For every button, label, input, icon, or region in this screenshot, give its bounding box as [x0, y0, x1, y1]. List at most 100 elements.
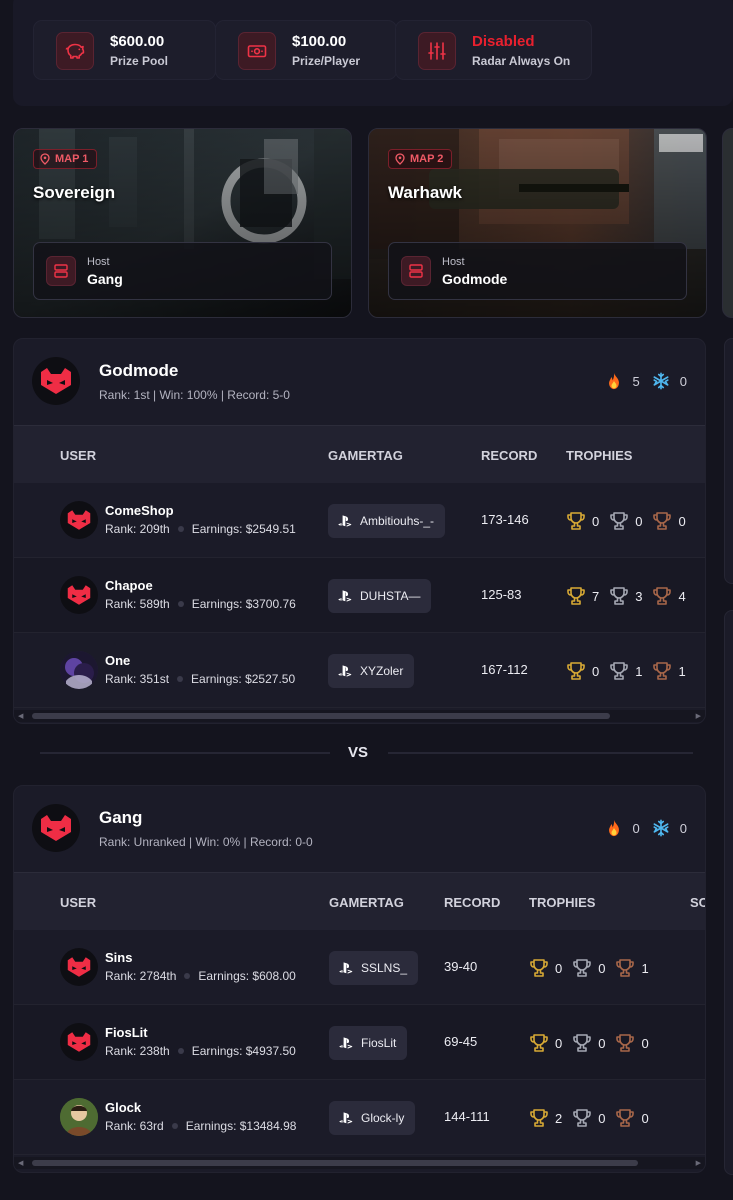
map-host-box: Host Gang [33, 242, 332, 300]
table-row[interactable]: Sins Rank: 2784th Earnings: $608.00 SSLNS… [14, 930, 705, 1005]
bronze-trophy-icon [652, 586, 672, 606]
player-meta: Rank: 238th Earnings: $4937.50 [105, 1044, 296, 1058]
scroll-left-arrow[interactable]: ◀ [18, 712, 23, 720]
player-name[interactable]: Chapoe [105, 578, 153, 593]
player-meta: Rank: 351st Earnings: $2527.50 [105, 672, 295, 686]
map-card-3-partial[interactable] [722, 128, 733, 318]
vs-label: VS [348, 744, 369, 761]
player-rank: Rank: 63rd [105, 1119, 164, 1133]
horizontal-scrollbar[interactable]: ◀ ▶ [14, 1157, 705, 1169]
location-pin-icon [40, 153, 50, 165]
table-row[interactable]: ComeShop Rank: 209th Earnings: $2549.51 A… [14, 483, 705, 558]
silver-trophy-icon [609, 586, 629, 606]
gold-trophy-icon [529, 1033, 549, 1053]
gold-trophy-count: 0 [555, 1035, 563, 1051]
gamertag-chip[interactable]: SSLNS_ [329, 951, 419, 985]
scrollbar-thumb[interactable] [32, 1160, 638, 1166]
gold-trophy-icon [566, 511, 586, 531]
prize-per-player-value: $100.00 [292, 33, 347, 50]
player-rank: Rank: 589th [105, 597, 170, 611]
silver-trophy-count: 0 [598, 960, 606, 976]
player-name[interactable]: One [105, 653, 130, 668]
prize-per-player-stat: $100.00 Prize/Player [215, 20, 397, 80]
side-panel-partial [724, 610, 733, 1175]
team-panel-godmode: Godmode Rank: 1st | Win: 100% | Record: … [13, 338, 706, 724]
gamertag-text: SSLNS_ [361, 961, 408, 975]
table-row[interactable]: Chapoe Rank: 589th Earnings: $3700.76 DUH… [14, 558, 705, 633]
player-rank: Rank: 209th [105, 522, 170, 536]
snowflake-icon [652, 819, 670, 837]
team-name: Godmode [99, 361, 179, 380]
hot-streak-count: 0 [632, 820, 640, 836]
side-panel-partial [724, 338, 733, 584]
player-name[interactable]: Glock [105, 1100, 141, 1115]
gamertag-chip[interactable]: FiosLit [329, 1026, 408, 1060]
map-number-label: MAP 1 [55, 153, 89, 165]
silver-trophy-count: 0 [598, 1110, 606, 1126]
column-header-trophies: TROPHIES [566, 448, 633, 463]
column-header-user: USER [60, 895, 97, 910]
table-row[interactable]: FiosLit Rank: 238th Earnings: $4937.50 Fi… [14, 1005, 705, 1080]
host-label: Host [442, 256, 465, 268]
playstation-icon [338, 1110, 354, 1126]
column-header-record: RECORD [444, 895, 501, 910]
cold-streak-count: 0 [679, 373, 687, 389]
gamertag-text: Glock-ly [361, 1111, 405, 1125]
gold-trophy-icon [529, 958, 549, 978]
host-team-name: Godmode [442, 271, 508, 287]
player-name[interactable]: ComeShop [105, 503, 174, 518]
team-stats: Rank: Unranked | Win: 0% | Record: 0-0 [99, 835, 313, 849]
bronze-trophy-count: 1 [641, 960, 649, 976]
player-record: 39-40 [444, 959, 478, 974]
scroll-right-arrow[interactable]: ▶ [696, 1159, 701, 1167]
player-earnings: Earnings: $2549.51 [191, 522, 296, 536]
player-record: 167-112 [481, 662, 528, 677]
player-avatar [60, 576, 98, 614]
silver-trophy-count: 0 [635, 513, 643, 529]
map-card-1[interactable]: MAP 1 Sovereign Host Gang [13, 128, 352, 318]
silver-trophy-count: 3 [635, 588, 643, 604]
trophy-counts: 2 0 0 [529, 1108, 659, 1128]
playstation-icon [337, 663, 353, 679]
gamertag-chip[interactable]: Glock-ly [329, 1101, 416, 1135]
scroll-left-arrow[interactable]: ◀ [18, 1159, 23, 1167]
gamertag-text: FiosLit [361, 1036, 397, 1050]
map-name: Warhawk [388, 183, 463, 202]
gamertag-chip[interactable]: Ambitiouhs-_- [328, 504, 446, 538]
scrollbar-thumb[interactable] [32, 713, 610, 719]
radar-setting-stat: Disabled Radar Always On [395, 20, 592, 80]
trophy-counts: 0 1 1 [566, 661, 696, 681]
gold-trophy-count: 0 [555, 960, 563, 976]
gold-trophy-count: 2 [555, 1110, 563, 1126]
player-avatar [60, 1098, 98, 1136]
gamertag-chip[interactable]: XYZoler [328, 654, 415, 688]
team-logo [32, 804, 80, 852]
player-avatar [60, 948, 98, 986]
scroll-right-arrow[interactable]: ▶ [696, 712, 701, 720]
player-record: 173-146 [481, 512, 529, 527]
gold-trophy-icon [566, 586, 586, 606]
silver-trophy-count: 1 [635, 663, 643, 679]
player-name[interactable]: Sins [105, 950, 132, 965]
silver-trophy-count: 0 [598, 1035, 606, 1051]
gold-trophy-count: 0 [592, 663, 600, 679]
player-earnings: Earnings: $2527.50 [191, 672, 296, 686]
player-rank: Rank: 2784th [105, 969, 177, 983]
player-record: 144-111 [444, 1109, 490, 1124]
map-number-label: MAP 2 [410, 153, 444, 165]
gamertag-chip[interactable]: DUHSTA— [328, 579, 432, 613]
prize-pool-value: $600.00 [110, 33, 165, 50]
player-rank: Rank: 238th [105, 1044, 170, 1058]
player-name[interactable]: FiosLit [105, 1025, 148, 1040]
gamertag-text: Ambitiouhs-_- [360, 514, 435, 528]
map-number-badge: MAP 2 [388, 149, 453, 169]
flame-icon [605, 372, 623, 390]
table-row[interactable]: One Rank: 351st Earnings: $2527.50 XYZole… [14, 633, 705, 708]
table-row[interactable]: Glock Rank: 63rd Earnings: $13484.98 Gloc… [14, 1080, 705, 1155]
player-meta: Rank: 63rd Earnings: $13484.98 [105, 1119, 296, 1133]
map-card-2[interactable]: MAP 2 Warhawk Host Godmode [368, 128, 707, 318]
gold-trophy-icon [566, 661, 586, 681]
bronze-trophy-count: 4 [678, 588, 686, 604]
gold-trophy-count: 7 [592, 588, 600, 604]
horizontal-scrollbar[interactable]: ◀ ▶ [14, 710, 705, 722]
